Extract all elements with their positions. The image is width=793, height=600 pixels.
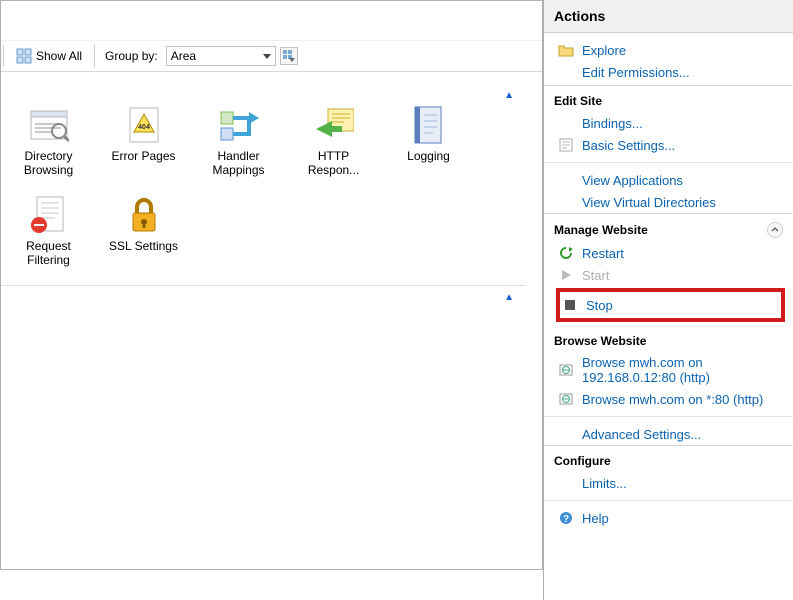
link-label: Bindings...	[582, 116, 783, 131]
blank-icon	[558, 194, 574, 210]
link-label: Help	[582, 511, 783, 526]
action-stop[interactable]: Stop	[560, 294, 781, 316]
link-label: View Applications	[582, 173, 783, 188]
section-edit-site: Edit Site	[544, 85, 793, 112]
feature-label: Error Pages	[111, 149, 175, 163]
svg-text:?: ?	[563, 514, 569, 525]
link-label: Limits...	[582, 476, 783, 491]
ribbon-placeholder	[1, 1, 542, 41]
action-view-applications[interactable]: View Applications	[544, 169, 793, 191]
directory-browsing-icon	[29, 105, 69, 145]
feature-label: Request Filtering	[8, 239, 90, 267]
action-browse-1[interactable]: Browse mwh.com on 192.168.0.12:80 (http)	[544, 352, 793, 388]
action-bindings[interactable]: Bindings...	[544, 112, 793, 134]
action-advanced-settings[interactable]: Advanced Settings...	[544, 423, 793, 445]
request-filtering-icon	[29, 195, 69, 235]
section-label: Manage Website	[554, 223, 648, 237]
feature-label: Handler Mappings	[198, 149, 280, 177]
feature-http-response[interactable]: HTTP Respon...	[286, 101, 381, 191]
section-configure: Configure	[544, 445, 793, 472]
feature-label: HTTP Respon...	[293, 149, 375, 177]
feature-error-pages[interactable]: 404 Error Pages	[96, 101, 191, 191]
handler-mappings-icon	[219, 105, 259, 145]
blank-icon	[558, 64, 574, 80]
action-edit-permissions[interactable]: Edit Permissions...	[544, 61, 793, 83]
action-explore[interactable]: Explore	[544, 39, 793, 61]
link-label: Start	[582, 268, 783, 283]
feature-directory-browsing[interactable]: Directory Browsing	[1, 101, 96, 191]
help-icon: ?	[558, 510, 574, 526]
view-mode-dropdown[interactable]	[280, 47, 298, 65]
blank-icon	[558, 172, 574, 188]
feature-grid: Directory Browsing 404 Error Pages Handl…	[1, 101, 526, 281]
action-view-virtual-directories[interactable]: View Virtual Directories	[544, 191, 793, 213]
feature-logging[interactable]: Logging	[381, 101, 476, 191]
section-label: Edit Site	[554, 94, 602, 108]
feature-handler-mappings[interactable]: Handler Mappings	[191, 101, 286, 191]
svg-text:404: 404	[138, 124, 150, 131]
view-toolbar: Show All Group by: Area	[1, 41, 542, 72]
link-label: Advanced Settings...	[582, 427, 783, 442]
section-browse-website: Browse Website	[544, 324, 793, 352]
feature-label: Directory Browsing	[8, 149, 90, 177]
link-label: View Virtual Directories	[582, 195, 783, 210]
link-label: Explore	[582, 43, 783, 58]
toolbar-sep	[3, 45, 4, 67]
actions-pane: Actions Explore Edit Permissions... Edit…	[543, 0, 793, 600]
play-icon	[558, 267, 574, 283]
blank-icon	[558, 426, 574, 442]
group-collapse-toggle[interactable]: ▲	[1, 90, 526, 101]
action-basic-settings[interactable]: Basic Settings...	[544, 134, 793, 156]
grid-icon	[16, 48, 32, 64]
group-by-value: Area	[171, 49, 196, 63]
show-all-button[interactable]: Show All	[10, 46, 88, 66]
link-label: Browse mwh.com on *:80 (http)	[582, 392, 783, 407]
globe-icon	[558, 391, 574, 407]
link-label: Basic Settings...	[582, 138, 783, 153]
thumbs-icon	[283, 50, 293, 60]
ssl-settings-icon	[124, 195, 164, 235]
show-all-label: Show All	[36, 49, 82, 63]
action-restart[interactable]: Restart	[544, 242, 793, 264]
blank-icon	[558, 115, 574, 131]
globe-icon	[558, 362, 574, 378]
actions-title: Actions	[544, 0, 793, 33]
link-label: Edit Permissions...	[582, 65, 783, 80]
action-start: Start	[544, 264, 793, 286]
folder-open-icon	[558, 42, 574, 58]
logging-icon	[409, 105, 449, 145]
features-view: Show All Group by: Area ▲ Directory Brow…	[0, 0, 543, 570]
section-label: Browse Website	[554, 334, 646, 348]
group-collapse-toggle[interactable]: ▲	[1, 286, 526, 303]
feature-ssl-settings[interactable]: SSL Settings	[96, 191, 191, 281]
section-manage-website: Manage Website	[544, 213, 793, 242]
feature-request-filtering[interactable]: Request Filtering	[1, 191, 96, 281]
error-pages-icon: 404	[124, 105, 164, 145]
collapse-section-button[interactable]	[767, 222, 783, 238]
settings-sheet-icon	[558, 137, 574, 153]
link-label: Restart	[582, 246, 783, 261]
highlight-stop: Stop	[556, 288, 785, 322]
group-by-label: Group by:	[101, 49, 162, 63]
restart-icon	[558, 245, 574, 261]
action-help[interactable]: ? Help	[544, 507, 793, 529]
http-response-icon	[314, 105, 354, 145]
action-limits[interactable]: Limits...	[544, 472, 793, 494]
features-content: ▲ Directory Browsing 404 Error Pages	[1, 72, 542, 311]
section-label: Configure	[554, 454, 611, 468]
link-label: Browse mwh.com on 192.168.0.12:80 (http)	[582, 355, 783, 385]
toolbar-sep	[94, 45, 95, 67]
action-browse-2[interactable]: Browse mwh.com on *:80 (http)	[544, 388, 793, 410]
link-label: Stop	[586, 298, 781, 313]
feature-label: Logging	[407, 149, 450, 163]
group-by-dropdown[interactable]: Area	[166, 46, 276, 66]
feature-label: SSL Settings	[109, 239, 178, 253]
stop-icon	[562, 297, 578, 313]
blank-icon	[558, 475, 574, 491]
